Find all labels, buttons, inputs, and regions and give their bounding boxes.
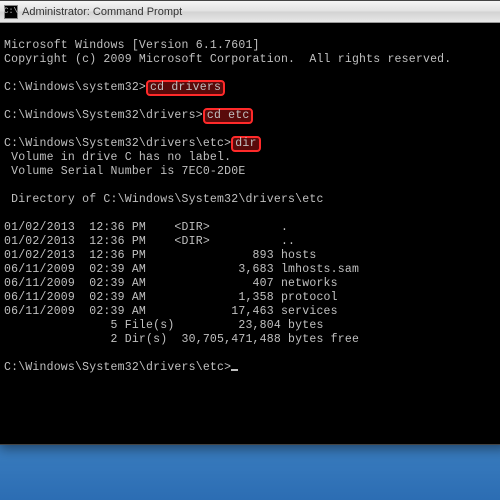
summary-line: 2 Dir(s) 30,705,471,488 bytes free: [4, 333, 359, 346]
highlighted-command: dir: [231, 136, 260, 152]
window-title: Administrator: Command Prompt: [22, 6, 182, 18]
prompt: C:\Windows\System32\drivers>: [4, 109, 203, 122]
dir-row: 01/02/2013 12:36 PM <DIR> .: [4, 221, 288, 234]
prompt: C:\Windows\system32>: [4, 81, 146, 94]
terminal-output[interactable]: Microsoft Windows [Version 6.1.7601] Cop…: [0, 23, 500, 444]
highlighted-command: cd etc: [203, 108, 254, 124]
dir-row: 06/11/2009 02:39 AM 1,358 protocol: [4, 291, 338, 304]
cmd-icon: C:\: [4, 5, 18, 19]
dir-row: 06/11/2009 02:39 AM 407 networks: [4, 277, 338, 290]
cursor: [231, 369, 238, 371]
output-line: Directory of C:\Windows\System32\drivers…: [4, 193, 324, 206]
banner-line: Microsoft Windows [Version 6.1.7601]: [4, 39, 260, 52]
summary-line: 5 File(s) 23,804 bytes: [4, 319, 324, 332]
command-prompt-window: C:\ Administrator: Command Prompt Micros…: [0, 0, 500, 445]
output-line: Volume in drive C has no label.: [4, 151, 231, 164]
highlighted-command: cd drivers: [146, 80, 225, 96]
banner-line: Copyright (c) 2009 Microsoft Corporation…: [4, 53, 451, 66]
prompt: C:\Windows\System32\drivers\etc>: [4, 137, 231, 150]
dir-row: 01/02/2013 12:36 PM 893 hosts: [4, 249, 316, 262]
dir-row: 06/11/2009 02:39 AM 3,683 lmhosts.sam: [4, 263, 359, 276]
titlebar[interactable]: C:\ Administrator: Command Prompt: [0, 1, 500, 23]
output-line: Volume Serial Number is 7EC0-2D0E: [4, 165, 245, 178]
dir-row: 01/02/2013 12:36 PM <DIR> ..: [4, 235, 295, 248]
dir-row: 06/11/2009 02:39 AM 17,463 services: [4, 305, 338, 318]
prompt: C:\Windows\System32\drivers\etc>: [4, 361, 231, 374]
